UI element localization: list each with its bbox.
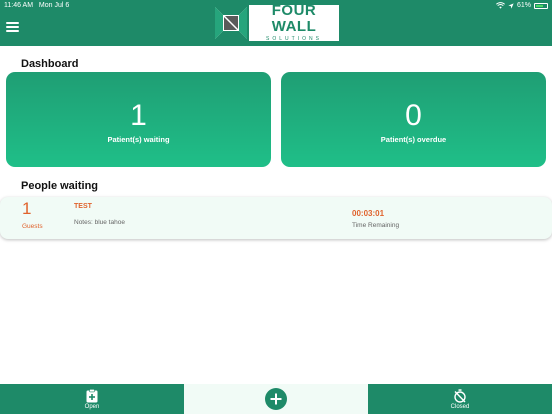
guest-label: Guests: [22, 223, 43, 230]
logo-text: FOUR WALL SOLUTIONS: [249, 3, 339, 43]
clipboard-plus-icon: [86, 388, 98, 402]
status-date: Mon Jul 6: [38, 2, 70, 9]
tab-open[interactable]: Open: [0, 384, 184, 414]
tab-closed-label: Closed: [450, 403, 470, 410]
patient-notes: Notes: blue tahoe: [74, 219, 125, 226]
top-bar: 11:46 AM Mon Jul 6 61% FOUR WALL SOLUTIO…: [0, 0, 552, 46]
battery-percent: 61%: [516, 2, 531, 9]
status-indicators: 61%: [496, 2, 548, 9]
company-logo: FOUR WALL SOLUTIONS: [213, 3, 339, 43]
patients-overdue-count: 0: [405, 99, 422, 132]
status-clock: 11:46 AM: [4, 2, 34, 9]
patients-waiting-label: Patient(s) waiting: [107, 135, 170, 144]
four-wall-logo-icon: [213, 5, 249, 41]
location-arrow-icon: [508, 2, 514, 9]
patients-waiting-card[interactable]: 1 Patient(s) waiting: [6, 72, 271, 167]
tab-open-label: Open: [84, 403, 100, 410]
tab-closed[interactable]: Closed: [368, 384, 552, 414]
plus-circle-icon[interactable]: [265, 388, 287, 410]
patient-name: TEST: [74, 203, 92, 210]
time-remaining-label: Time Remaining: [352, 222, 400, 229]
patients-overdue-card[interactable]: 0 Patient(s) overdue: [281, 72, 546, 167]
bottom-nav: Open Closed: [0, 384, 552, 414]
guest-count: 1: [22, 199, 32, 218]
patients-waiting-count: 1: [130, 99, 147, 132]
waiting-list-item[interactable]: 1 Guests TEST Notes: blue tahoe 00:03:01…: [0, 197, 552, 239]
wifi-icon: [496, 2, 505, 9]
logo-subtitle: SOLUTIONS: [266, 36, 322, 42]
people-waiting-title: People waiting: [21, 180, 99, 192]
tab-add[interactable]: [184, 384, 368, 414]
time-remaining-value: 00:03:01: [352, 209, 385, 218]
logo-title: FOUR WALL: [271, 2, 317, 35]
status-time: 11:46 AM Mon Jul 6: [4, 2, 69, 9]
hamburger-menu-icon[interactable]: [6, 22, 19, 32]
dashboard-title: Dashboard: [21, 58, 79, 70]
patients-overdue-label: Patient(s) overdue: [380, 135, 447, 144]
stopwatch-slash-icon: [454, 388, 466, 403]
battery-icon: [534, 2, 548, 9]
